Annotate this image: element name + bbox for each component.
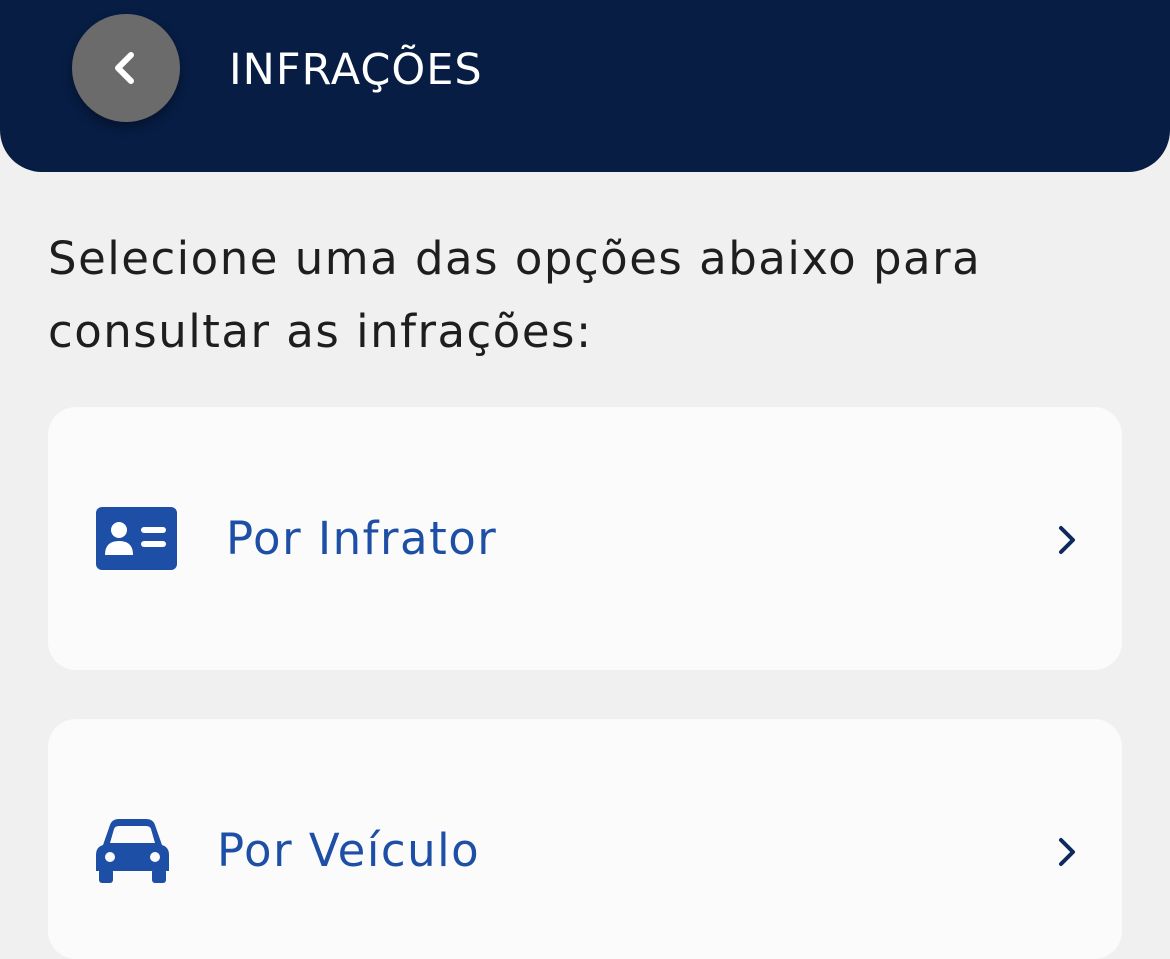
option-label-por-veiculo: Por Veículo [217,824,481,877]
chevron-right-icon [1059,838,1075,866]
chevron-right-icon [1059,526,1075,554]
instruction-line-1: Selecione uma das opções abaixo para [48,232,982,285]
id-card-icon [96,507,177,570]
instruction-text: Selecione uma das opções abaixo para con… [48,222,1128,368]
chevron-left-icon [115,52,134,84]
page-title: INFRAÇÕES [229,45,483,95]
option-por-infrator[interactable]: Por Infrator [48,407,1122,670]
option-label-por-infrator: Por Infrator [226,512,498,565]
car-icon [96,819,169,883]
instruction-line-2: consultar as infrações: [48,305,593,358]
option-por-veiculo[interactable]: Por Veículo [48,719,1122,959]
app-header: INFRAÇÕES [0,0,1170,172]
back-button[interactable] [72,14,180,122]
